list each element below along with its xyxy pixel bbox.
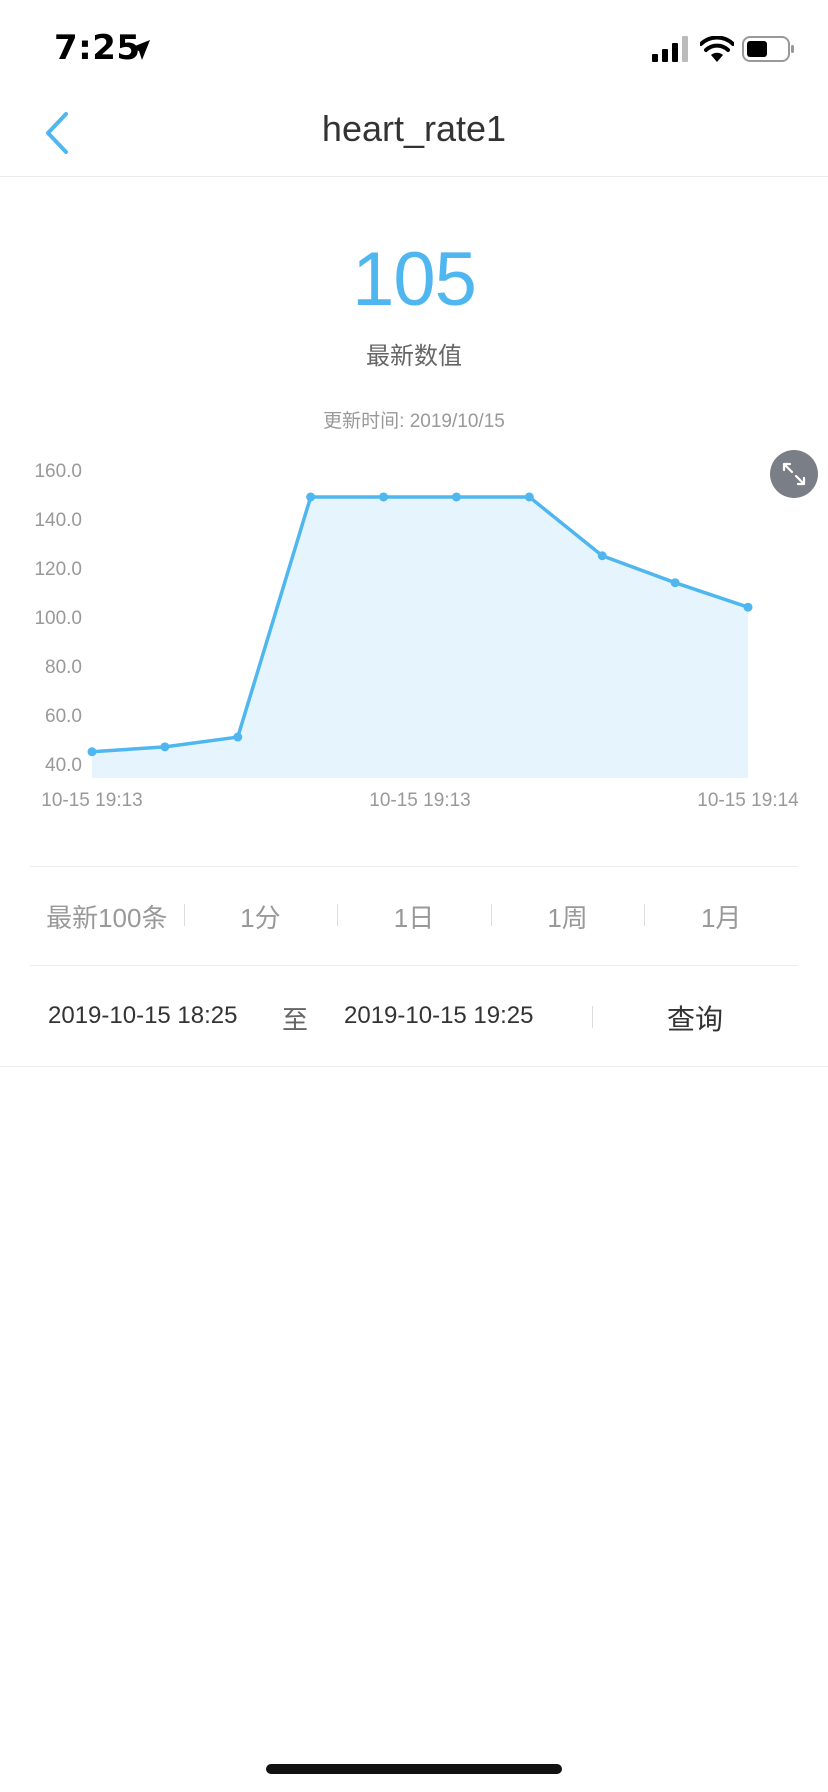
range-end-date[interactable]: 2019-10-15 19:25	[344, 1002, 534, 1030]
chart-area-fill	[92, 496, 748, 778]
chart-data-point	[524, 492, 534, 502]
chart-data-point	[160, 742, 170, 752]
divider	[592, 1006, 593, 1028]
expand-chart-button[interactable]	[770, 450, 818, 498]
chart-data-point	[379, 492, 389, 502]
y-tick-label: 100.0	[34, 608, 82, 629]
battery-icon	[742, 36, 794, 62]
filter-1-minute[interactable]: 1分	[183, 898, 338, 935]
time-filter-tabs: 最新100条 1分 1日 1周 1月	[30, 866, 798, 966]
filter-1-week[interactable]: 1周	[490, 898, 645, 935]
filter-1-month[interactable]: 1月	[644, 898, 798, 935]
filter-latest-100[interactable]: 最新100条	[30, 898, 184, 935]
y-tick-label: 160.0	[34, 461, 82, 482]
range-start-date[interactable]: 2019-10-15 18:25	[48, 1002, 238, 1030]
latest-value: 105	[352, 237, 477, 322]
chart-data-point	[451, 492, 461, 502]
wifi-icon	[700, 36, 734, 62]
heart-rate-chart: 160.0 140.0 120.0 100.0 80.0 60.0 40.0 10-15 19…	[34, 461, 799, 811]
y-tick-label: 140.0	[34, 510, 82, 531]
update-time: 更新时间: 2019/10/15	[323, 411, 505, 432]
y-tick-label: 60.0	[45, 706, 82, 727]
date-range-row: 2019-10-15 18:25 至 2019-10-15 19:25 查询	[0, 966, 828, 1067]
chart-data-point	[306, 492, 316, 502]
x-tick-label: 10-15 19:13	[41, 790, 142, 811]
chart-data-point	[743, 602, 753, 612]
signal-icon	[652, 36, 688, 62]
y-tick-label: 40.0	[45, 755, 82, 776]
page-title: heart_rate1	[321, 108, 507, 149]
status-bar: 7:25	[0, 0, 828, 88]
x-tick-label: 10-15 19:14	[697, 790, 799, 811]
chart-data-point	[670, 578, 680, 588]
chart-data-point	[597, 551, 607, 561]
filter-1-day[interactable]: 1日	[337, 898, 491, 935]
chart-data-point	[87, 747, 97, 757]
x-tick-label: 10-15 19:13	[369, 790, 470, 811]
nav-bar: heart_rate1	[0, 88, 828, 177]
y-tick-label: 80.0	[45, 657, 82, 678]
latest-value-label: 最新数值	[366, 343, 462, 370]
expand-arrows-icon	[782, 462, 806, 486]
location-arrow-icon	[130, 40, 150, 60]
y-tick-label: 120.0	[34, 559, 82, 580]
chart-data-point	[233, 732, 243, 742]
home-indicator	[266, 1764, 562, 1774]
range-separator: 至	[282, 1005, 309, 1035]
query-button[interactable]: 查询	[640, 998, 750, 1038]
